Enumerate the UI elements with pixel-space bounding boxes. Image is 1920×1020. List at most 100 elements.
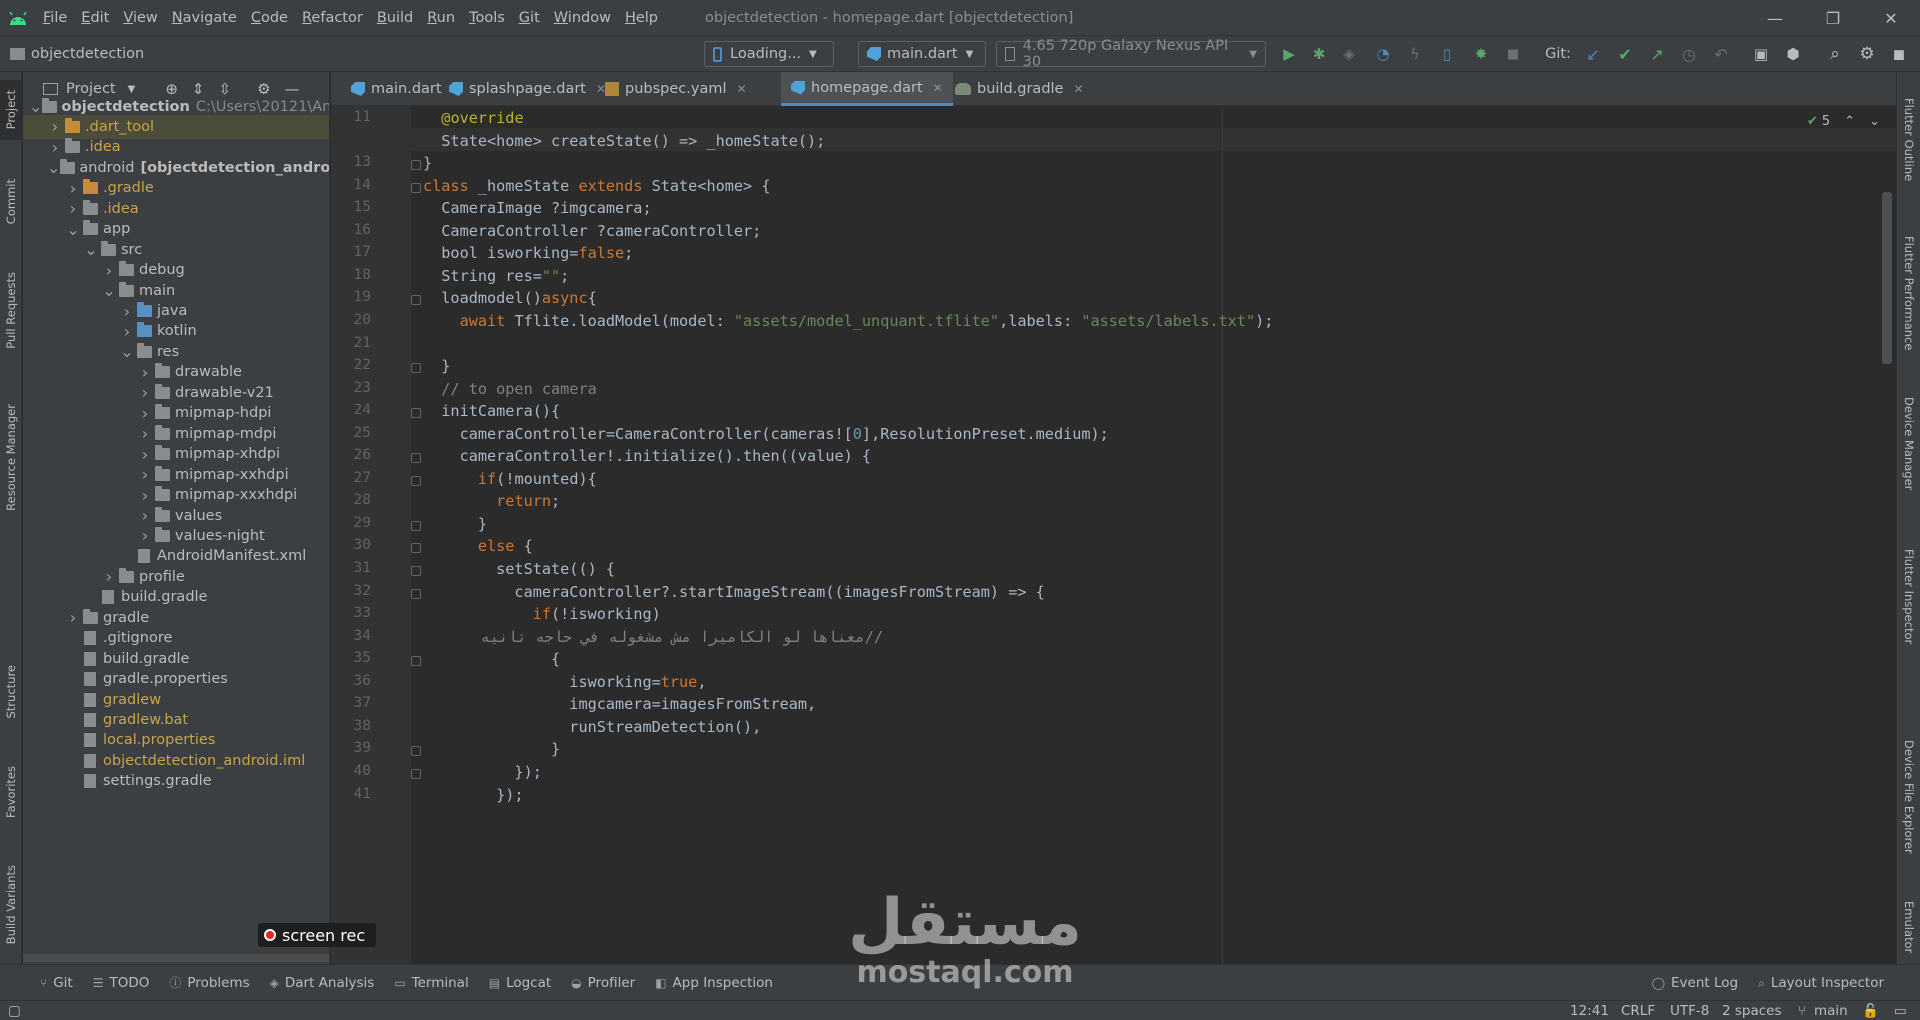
coverage-icon[interactable]: ◈ (1338, 41, 1360, 67)
git-branch[interactable]: main (1814, 1001, 1848, 1020)
fold-marker-icon[interactable] (411, 520, 421, 531)
tool-tab-commit[interactable]: Commit (0, 162, 22, 242)
git-push-icon[interactable]: ↗ (1646, 41, 1668, 67)
fold-marker-icon[interactable] (411, 768, 421, 779)
tool-tab-problems[interactable]: ⓘ Problems (169, 974, 249, 991)
indent-setting[interactable]: 2 spaces (1722, 1001, 1782, 1020)
chevron-right-icon[interactable]: › (65, 608, 81, 627)
chevron-down-icon[interactable]: ⌄ (47, 158, 60, 177)
chevron-right-icon[interactable]: › (47, 138, 63, 157)
menu-file[interactable]: File (36, 0, 74, 36)
close-icon[interactable]: ✕ (1862, 0, 1920, 36)
tool-tab-event-log[interactable]: ◯ Event Log (1652, 975, 1739, 991)
profile-icon[interactable]: ◔ (1372, 41, 1394, 67)
menu-window[interactable]: Window (547, 0, 618, 36)
chevron-right-icon[interactable]: › (65, 179, 81, 198)
tab-build-gradle[interactable]: build.gradle ✕ (945, 72, 1094, 106)
tool-tab-profiler[interactable]: ◒ Profiler (571, 974, 635, 991)
fold-marker-icon[interactable] (411, 408, 421, 419)
tool-tab-terminal[interactable]: ▭ Terminal (394, 974, 468, 991)
chevron-right-icon[interactable]: › (137, 465, 153, 484)
close-icon[interactable]: ✕ (1073, 82, 1083, 96)
lock-icon[interactable]: 🔓 (1862, 1001, 1879, 1020)
chevron-right-icon[interactable]: › (47, 117, 63, 136)
close-icon[interactable]: ✕ (933, 81, 943, 95)
restore-icon[interactable]: ❐ (1804, 0, 1862, 36)
tool-tab-todo[interactable]: ☰ TODO (93, 974, 150, 991)
caret-position[interactable]: 12:41 (1570, 1001, 1609, 1020)
fold-marker-icon[interactable] (411, 160, 421, 171)
device-selector[interactable]: Loading... ▼ (704, 41, 834, 67)
vertical-scrollbar[interactable] (1882, 192, 1892, 364)
tool-tab-device-file-explorer[interactable]: Device File Explorer (1898, 712, 1920, 882)
fold-marker-icon[interactable] (411, 182, 421, 193)
fold-marker-icon[interactable] (411, 746, 421, 757)
fold-marker-icon[interactable] (411, 295, 421, 306)
tab-homepage-dart[interactable]: homepage.dart ✕ (781, 72, 953, 106)
tab-pubspec-yaml[interactable]: pubspec.yaml ✕ (595, 72, 757, 106)
menu-build[interactable]: Build (370, 0, 420, 36)
chevron-right-icon[interactable]: › (119, 302, 135, 321)
tool-tab-build-variants[interactable]: Build Variants (0, 850, 22, 960)
hot-reload-icon[interactable]: ϟ (1404, 41, 1426, 67)
fold-marker-icon[interactable] (411, 475, 421, 486)
tool-tab-device-manager[interactable]: Device Manager (1898, 384, 1920, 504)
chevron-down-icon[interactable]: ▼ (128, 84, 136, 95)
debug-icon[interactable]: ✱ (1308, 41, 1330, 67)
stop-icon[interactable]: ■ (1502, 41, 1524, 67)
menu-code[interactable]: Code (244, 0, 295, 36)
chevron-down-icon[interactable]: ⌄ (1869, 114, 1880, 129)
menu-refactor[interactable]: Refactor (295, 0, 370, 36)
chevron-right-icon[interactable]: › (137, 424, 153, 443)
chevron-right-icon[interactable]: › (101, 567, 117, 586)
chevron-right-icon[interactable]: › (137, 404, 153, 423)
emulator-selector[interactable]: 4.65 720p Galaxy Nexus API 30 ▼ (996, 38, 1266, 70)
tool-tab-resource-manager[interactable]: Resource Manager (0, 387, 22, 527)
chevron-right-icon[interactable]: › (119, 322, 135, 341)
run-icon[interactable]: ▶ (1278, 41, 1300, 67)
tool-tab-dart-analysis[interactable]: ◈ Dart Analysis (270, 974, 375, 991)
attach-debugger-icon[interactable]: ✸ (1470, 41, 1492, 67)
tool-tab-flutter-performance[interactable]: Flutter Performance (1898, 218, 1920, 368)
tool-tab-pull-requests[interactable]: Pull Requests (0, 260, 22, 360)
chevron-right-icon[interactable]: › (137, 526, 153, 545)
horizontal-scrollbar[interactable] (23, 954, 329, 962)
tool-tab-favorites[interactable]: Favorites (0, 742, 22, 842)
notifications-icon[interactable]: ▭ (1894, 1001, 1907, 1020)
menu-tools[interactable]: Tools (462, 0, 512, 36)
tool-tab-layout-inspector[interactable]: ⌕ Layout Inspector (1758, 975, 1884, 991)
search-icon[interactable]: ⌕ (1824, 41, 1846, 67)
sdk-manager-icon[interactable]: ⬢ (1782, 41, 1804, 67)
chevron-right-icon[interactable]: › (137, 445, 153, 464)
file-encoding[interactable]: UTF-8 (1670, 1001, 1709, 1020)
tab-splashpage-dart[interactable]: splashpage.dart ✕ (439, 72, 616, 106)
tool-tab-logcat[interactable]: ▤ Logcat (489, 974, 551, 991)
tree-item[interactable]: settings.gradle (23, 769, 329, 793)
chevron-down-icon[interactable]: ⌄ (83, 240, 99, 259)
menu-view[interactable]: View (116, 0, 164, 36)
fold-marker-icon[interactable] (411, 566, 421, 576)
chevron-right-icon[interactable]: › (65, 199, 81, 218)
tool-tab-emulator[interactable]: Emulator (1898, 892, 1920, 962)
chevron-down-icon[interactable]: ⌄ (29, 97, 42, 116)
chevron-down-icon[interactable]: ⌄ (101, 281, 117, 300)
project-breadcrumb[interactable]: objectdetection (10, 41, 144, 67)
apply-changes-icon[interactable]: ▯ (1436, 41, 1458, 67)
tool-tab-flutter-outline[interactable]: Flutter Outline (1898, 80, 1920, 200)
rollback-icon[interactable]: ↶ (1710, 41, 1732, 67)
fold-marker-icon[interactable] (411, 588, 421, 599)
chevron-right-icon[interactable]: › (137, 486, 153, 505)
menu-navigate[interactable]: Navigate (165, 0, 244, 36)
account-icon[interactable]: ◼ (1888, 41, 1910, 67)
menu-git[interactable]: Git (512, 0, 547, 36)
menu-run[interactable]: Run (420, 0, 462, 36)
tool-tab-structure[interactable]: Structure (0, 647, 22, 737)
gear-icon[interactable]: ⚙ (1856, 41, 1878, 67)
fold-marker-icon[interactable] (411, 453, 421, 464)
tool-tab-app-inspection[interactable]: ◧ App Inspection (655, 974, 773, 991)
chevron-up-icon[interactable]: ⌃ (1844, 114, 1855, 129)
run-config-selector[interactable]: main.dart ▼ (858, 41, 986, 67)
line-separator[interactable]: CRLF (1621, 1001, 1655, 1020)
code-editor[interactable]: 1112131415161718192021222324252627282930… (331, 106, 1896, 964)
git-update-icon[interactable]: ↙ (1582, 41, 1604, 67)
